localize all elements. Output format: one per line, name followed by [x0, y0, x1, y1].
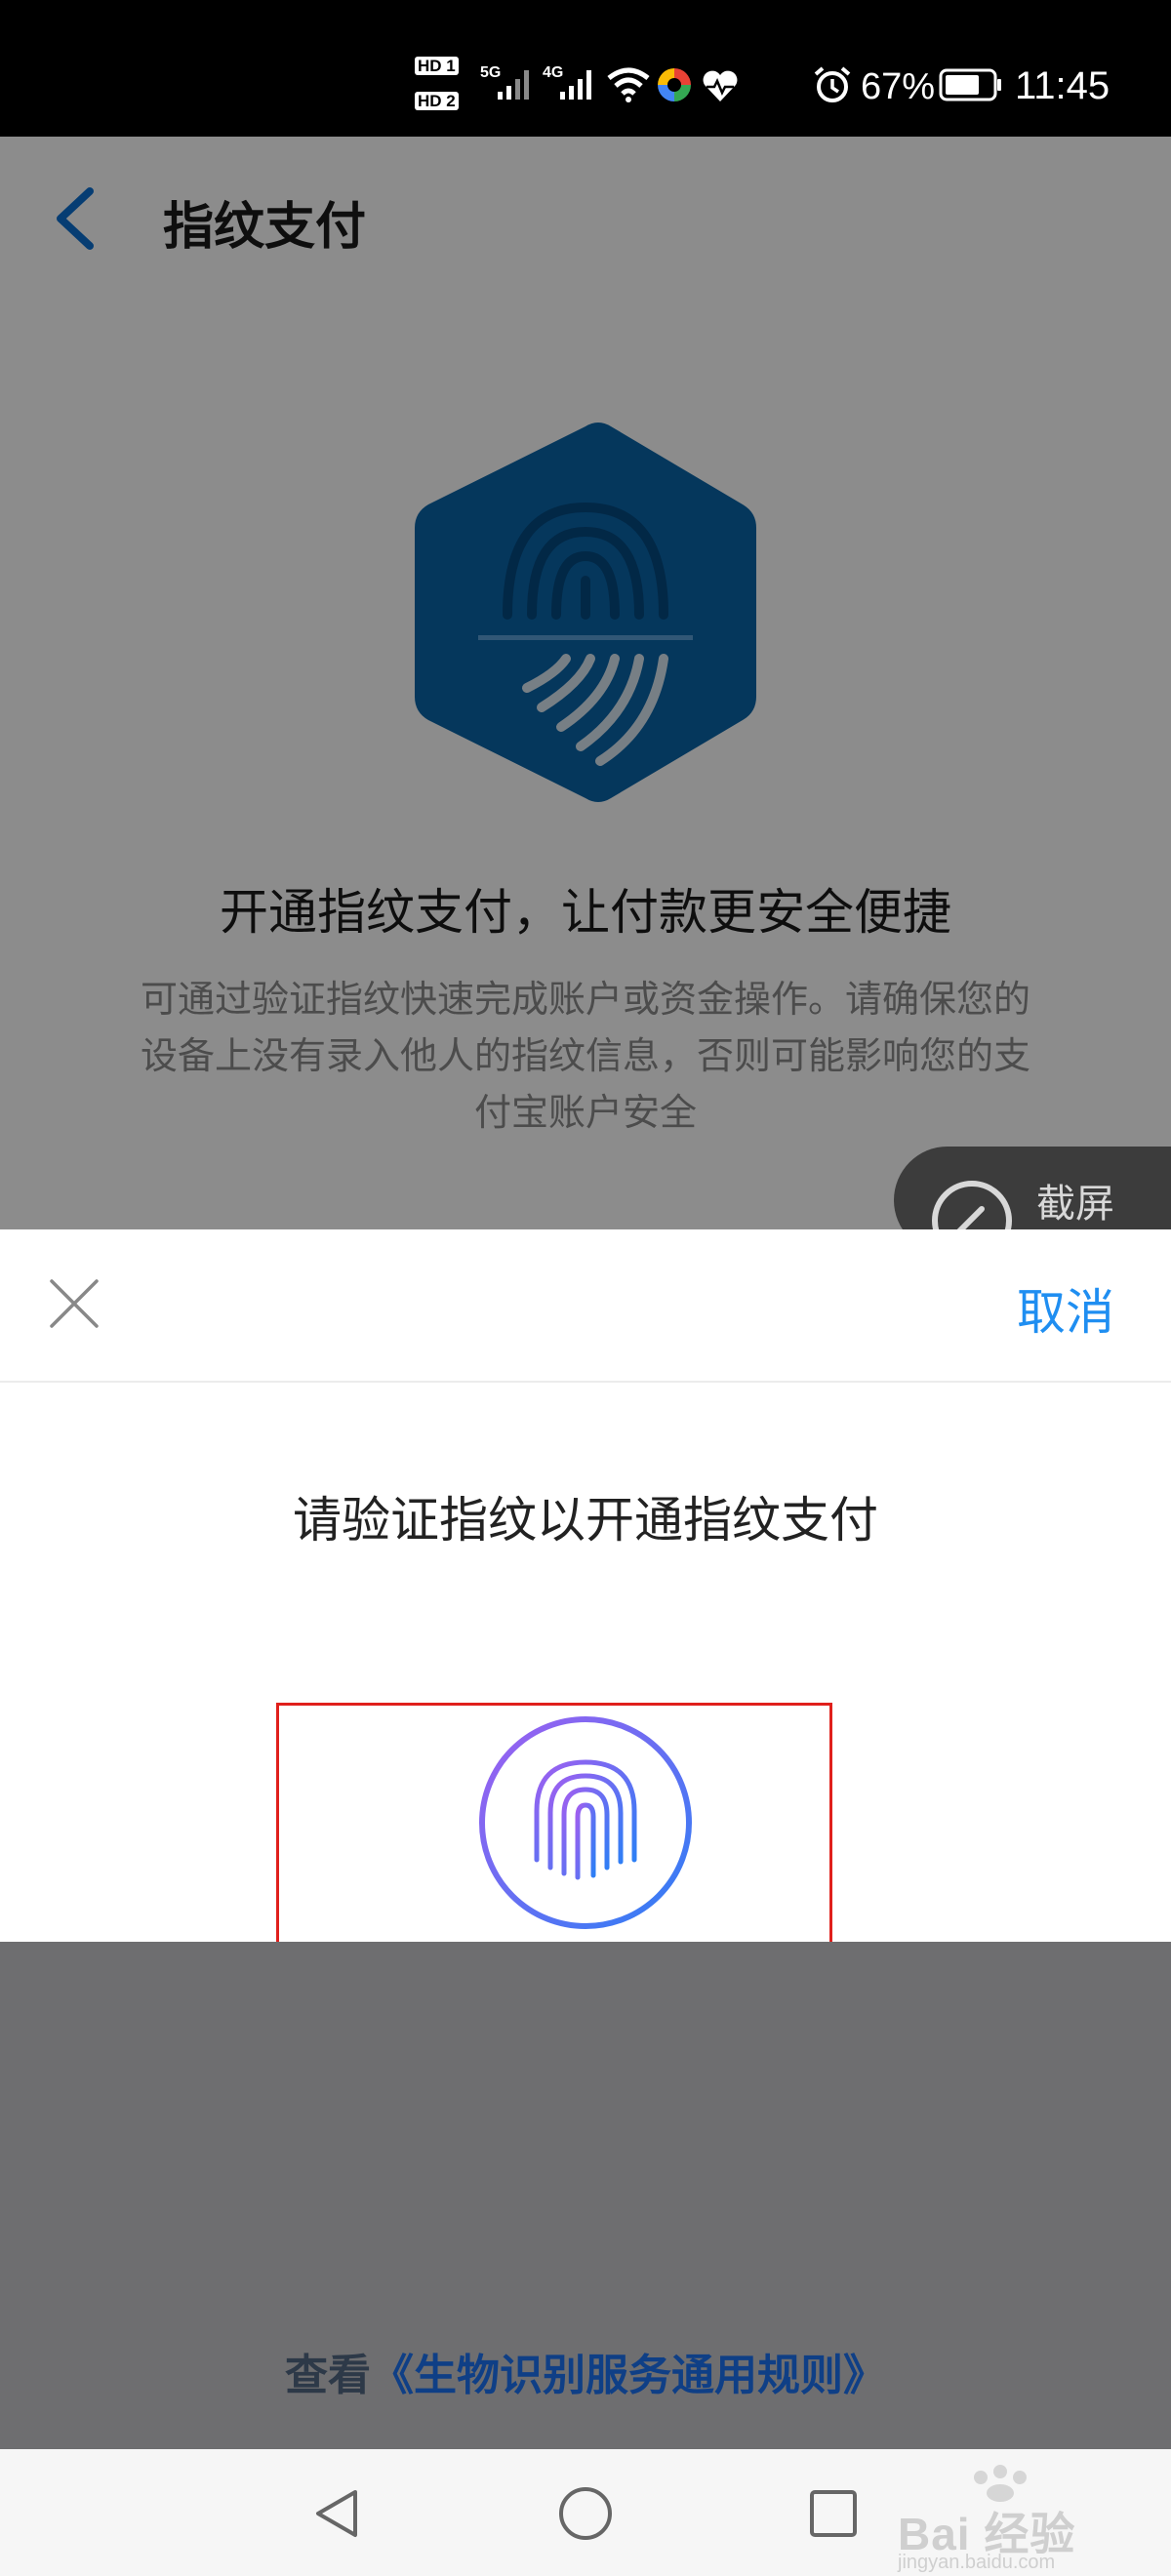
sheet-header: 取消 [0, 1229, 1171, 1383]
watermark-url: jingyan.baidu.com [898, 2552, 1056, 2573]
back-nav-icon[interactable] [308, 2484, 367, 2543]
signal-icon-1 [498, 70, 529, 100]
hd-indicator-2: HD 2 [415, 92, 459, 111]
clock-time: 11:45 [1015, 64, 1110, 107]
verify-prompt: 请验证指纹以开通指纹支付 [293, 1492, 878, 1549]
health-icon [703, 70, 738, 101]
biometric-rules-link[interactable]: 《生物识别服务通用规则》 [371, 2351, 886, 2400]
home-nav-icon[interactable] [556, 2484, 615, 2543]
battery-icon [939, 68, 1001, 101]
alarm-icon [814, 66, 851, 102]
watermark-paw-icon [974, 2465, 1027, 2502]
close-icon[interactable] [44, 1273, 104, 1334]
modal-overlay [0, 137, 1171, 1229]
screenshot-label: 截屏 [1036, 1182, 1114, 1227]
status-bar: HD 1 HD 2 5G 4G 67% 11:45 [0, 0, 1171, 137]
biometric-rules-line: 查看《生物识别服务通用规则》 [0, 2340, 1171, 2402]
signal-icon-2 [560, 70, 591, 100]
hd-indicator-1: HD 1 [415, 57, 459, 76]
watermark: Bai 经验 jingyan.baidu.com [898, 2464, 1151, 2573]
app-notification-icon [658, 68, 691, 101]
rules-prefix: 查看 [285, 2351, 371, 2400]
wifi-icon [607, 67, 650, 102]
cancel-button[interactable]: 取消 [1017, 1273, 1114, 1344]
recents-nav-icon[interactable] [804, 2484, 863, 2543]
battery-percentage: 67% [861, 66, 936, 107]
